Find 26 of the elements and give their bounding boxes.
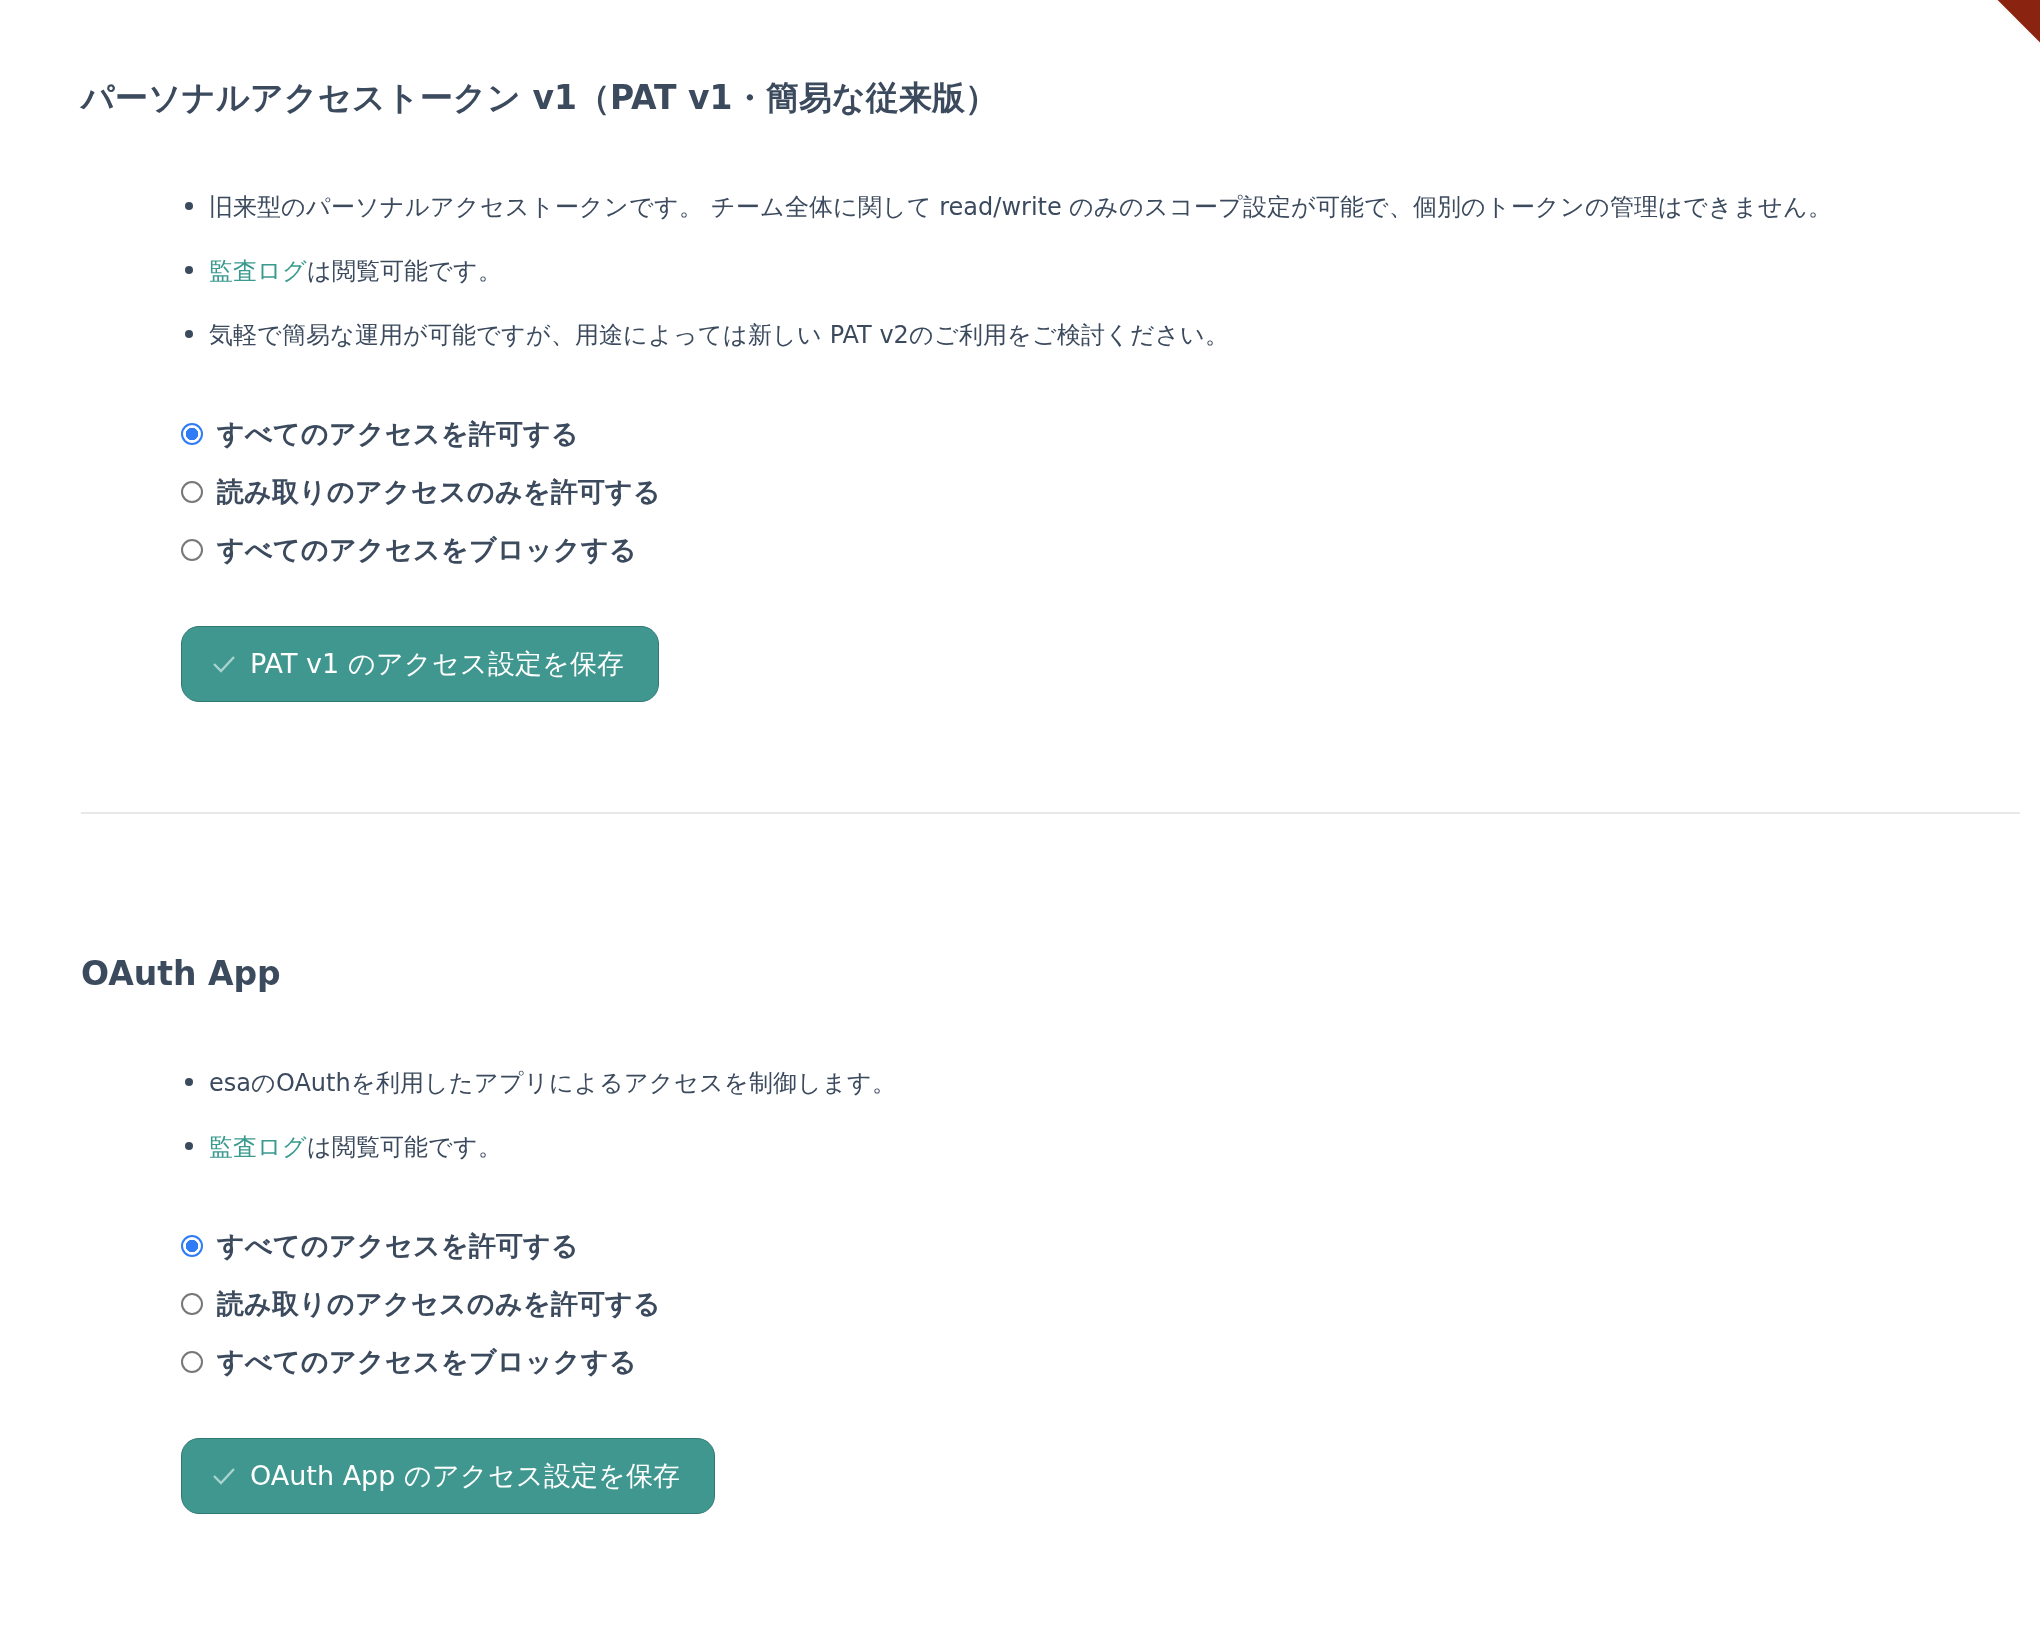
section-title: OAuth App xyxy=(81,953,282,995)
bullet-icon xyxy=(185,330,193,338)
radio-button[interactable] xyxy=(181,539,203,561)
note-text: 気軽で簡易な運用が可能ですが、用途によっては新しい PAT v2のご利用をご検討ください。 xyxy=(209,320,1229,351)
bullet-icon xyxy=(185,1142,193,1150)
radio-button[interactable] xyxy=(181,1235,203,1257)
radio-button[interactable] xyxy=(181,1293,203,1315)
note-text: esaのOAuthを利用したアプリによるアクセスを制御します。 xyxy=(209,1068,896,1099)
radio-label[interactable]: すべてのアクセスをブロックする xyxy=(217,1344,637,1380)
radio-label[interactable]: すべてのアクセスをブロックする xyxy=(217,532,637,568)
bullet-icon xyxy=(185,202,193,210)
note-text: 監査ログは閲覧可能です。 xyxy=(209,256,502,287)
radio-button[interactable] xyxy=(181,481,203,503)
radio-label[interactable]: すべてのアクセスを許可する xyxy=(217,1228,579,1264)
bullet-icon xyxy=(185,266,193,274)
check-icon xyxy=(212,1467,236,1485)
note-text: 監査ログは閲覧可能です。 xyxy=(209,1132,502,1163)
radio-label[interactable]: 読み取りのアクセスのみを許可する xyxy=(217,474,661,510)
radio-button[interactable] xyxy=(181,1351,203,1373)
radio-label[interactable]: 読み取りのアクセスのみを許可する xyxy=(217,1286,661,1322)
bullet-icon xyxy=(185,1078,193,1086)
check-icon xyxy=(212,655,236,673)
section-title: パーソナルアクセストークン v1（PAT v1・簡易な従来版） xyxy=(81,77,999,119)
radio-label[interactable]: すべてのアクセスを許可する xyxy=(217,416,579,452)
radio-button[interactable] xyxy=(181,423,203,445)
note-text: 旧来型のパーソナルアクセストークンです。 チーム全体に関して read/write のみのスコープ設定が可能で、個別のトークンの管理はできません。 xyxy=(209,192,1833,223)
